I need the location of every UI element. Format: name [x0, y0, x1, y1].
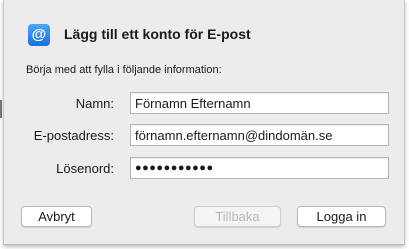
name-field[interactable]: [130, 92, 389, 114]
password-field[interactable]: [130, 157, 389, 179]
background-window-marker: [0, 100, 2, 118]
back-button[interactable]: Tillbaka: [194, 206, 281, 227]
dialog-subtitle: Börja med att fylla i följande informati…: [26, 64, 222, 76]
email-field[interactable]: [130, 124, 389, 146]
login-button[interactable]: Logga in: [297, 206, 386, 227]
password-label: Lösenord:: [56, 161, 114, 176]
email-label: E-postadress:: [33, 128, 114, 143]
name-label: Namn:: [75, 96, 114, 111]
dialog-title: Lägg till ett konto för E-post: [64, 26, 251, 42]
cancel-button[interactable]: Avbryt: [21, 206, 92, 227]
mail-at-icon: @: [28, 24, 50, 46]
add-mail-account-sheet: @ Lägg till ett konto för E-post Börja m…: [3, 0, 405, 245]
